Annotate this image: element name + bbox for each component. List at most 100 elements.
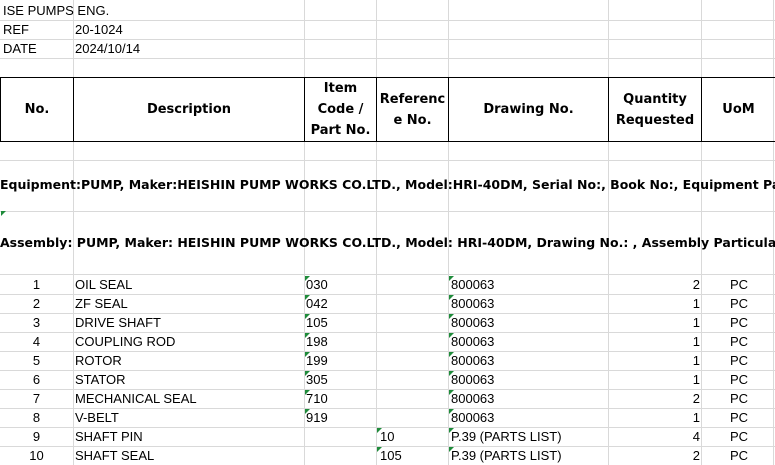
header-no[interactable]: No.	[0, 77, 74, 142]
spreadsheet-sheet: ISE PUMPS ENG. REF 20-1024 DATE 2024/10/…	[0, 0, 775, 465]
row-drawing-no[interactable]: 800063	[451, 294, 494, 313]
row-quantity[interactable]: 4	[610, 427, 700, 446]
text-indicator-icon	[305, 333, 310, 338]
row-uom[interactable]: PC	[703, 389, 775, 408]
row-description[interactable]: DRIVE SHAFT	[75, 313, 161, 332]
row-number[interactable]: 3	[0, 313, 73, 332]
text-indicator-icon	[305, 371, 310, 376]
header-item-code-line3: Part No.	[310, 123, 371, 138]
row-uom[interactable]: PC	[703, 351, 775, 370]
text-indicator-icon	[377, 447, 382, 452]
header-item-code-line1: Item	[323, 81, 358, 96]
row-reference-no[interactable]: 105	[380, 446, 402, 465]
row-number[interactable]: 8	[0, 408, 73, 427]
row-number[interactable]: 6	[0, 370, 73, 389]
row-drawing-no[interactable]: 800063	[451, 408, 494, 427]
row-quantity[interactable]: 1	[610, 313, 700, 332]
row-number[interactable]: 2	[0, 294, 73, 313]
text-indicator-icon	[449, 447, 454, 452]
row-number[interactable]: 9	[0, 427, 73, 446]
table-row[interactable]: 9 SHAFT PIN 10 P.39 (PARTS LIST) 4 PC	[0, 427, 775, 446]
header-uom[interactable]: UoM	[701, 77, 775, 142]
header-drawing-no[interactable]: Drawing No.	[448, 77, 609, 142]
table-row[interactable]: 6 STATOR 305 800063 1 PC	[0, 370, 775, 389]
row-number[interactable]: 10	[0, 446, 73, 465]
row-description[interactable]: V-BELT	[75, 408, 119, 427]
row-gridline	[0, 160, 775, 161]
row-uom[interactable]: PC	[703, 370, 775, 389]
row-description[interactable]: SHAFT PIN	[75, 427, 143, 446]
row-gridline	[0, 58, 775, 59]
text-indicator-icon	[449, 295, 454, 300]
row-description[interactable]: ROTOR	[75, 351, 122, 370]
header-reference-line1: Referenc	[379, 91, 446, 107]
row-drawing-no[interactable]: 800063	[451, 313, 494, 332]
table-row[interactable]: 1 OIL SEAL 030 800063 2 PC	[0, 275, 775, 294]
table-row[interactable]: 2 ZF SEAL 042 800063 1 PC	[0, 294, 775, 313]
row-uom[interactable]: PC	[703, 427, 775, 446]
row-uom[interactable]: PC	[703, 313, 775, 332]
row-drawing-no[interactable]: 800063	[451, 332, 494, 351]
row-quantity[interactable]: 2	[610, 275, 700, 294]
row-uom[interactable]: PC	[703, 446, 775, 465]
text-indicator-icon	[305, 295, 310, 300]
row-description[interactable]: COUPLING ROD	[75, 332, 175, 351]
row-uom[interactable]: PC	[703, 294, 775, 313]
table-row[interactable]: 8 V-BELT 919 800063 1 PC	[0, 408, 775, 427]
table-row[interactable]: 4 COUPLING ROD 198 800063 1 PC	[0, 332, 775, 351]
row-number[interactable]: 4	[0, 332, 73, 351]
table-row[interactable]: 3 DRIVE SHAFT 105 800063 1 PC	[0, 313, 775, 332]
date-label[interactable]: DATE	[3, 39, 37, 58]
row-drawing-no[interactable]: 800063	[451, 351, 494, 370]
row-quantity[interactable]: 1	[610, 370, 700, 389]
row-description[interactable]: OIL SEAL	[75, 275, 132, 294]
row-quantity[interactable]: 1	[610, 351, 700, 370]
header-reference-no[interactable]: Referenc e No.	[376, 77, 449, 142]
table-row[interactable]: 10 SHAFT SEAL 105 P.39 (PARTS LIST) 2 PC	[0, 446, 775, 465]
row-drawing-no[interactable]: 800063	[451, 275, 494, 294]
header-description-label: Description	[146, 102, 232, 117]
row-quantity[interactable]: 1	[610, 332, 700, 351]
assembly-line[interactable]: Assembly: PUMP, Maker: HEISHIN PUMP WORK…	[0, 235, 775, 250]
row-quantity[interactable]: 1	[610, 408, 700, 427]
row-gridline	[0, 211, 775, 212]
row-quantity[interactable]: 2	[610, 389, 700, 408]
row-number[interactable]: 1	[0, 275, 73, 294]
text-indicator-icon	[305, 314, 310, 319]
text-indicator-icon	[449, 428, 454, 433]
row-description[interactable]: STATOR	[75, 370, 126, 389]
equipment-line[interactable]: Equipment:PUMP, Maker:HEISHIN PUMP WORKS…	[0, 177, 775, 192]
row-drawing-no[interactable]: P.39 (PARTS LIST)	[451, 446, 562, 465]
header-drawing-no-label: Drawing No.	[483, 102, 574, 117]
row-description[interactable]: MECHANICAL SEAL	[75, 389, 197, 408]
header-quantity-line2: Requested	[615, 112, 695, 128]
text-indicator-icon	[449, 314, 454, 319]
text-indicator-icon	[377, 428, 382, 433]
table-row[interactable]: 5 ROTOR 199 800063 1 PC	[0, 351, 775, 370]
text-indicator-icon	[449, 371, 454, 376]
row-drawing-no[interactable]: P.39 (PARTS LIST)	[451, 427, 562, 446]
text-indicator-icon	[1, 211, 6, 216]
row-drawing-no[interactable]: 800063	[451, 389, 494, 408]
row-uom[interactable]: PC	[703, 275, 775, 294]
header-item-code[interactable]: Item Code / Part No.	[304, 77, 377, 142]
header-reference-line2: e No.	[393, 112, 432, 128]
header-description[interactable]: Description	[73, 77, 305, 142]
row-reference-no[interactable]: 10	[380, 427, 394, 446]
row-uom[interactable]: PC	[703, 408, 775, 427]
ref-label[interactable]: REF	[3, 20, 29, 39]
row-number[interactable]: 5	[0, 351, 73, 370]
row-description[interactable]: ZF SEAL	[75, 294, 128, 313]
row-quantity[interactable]: 2	[610, 446, 700, 465]
row-description[interactable]: SHAFT SEAL	[75, 446, 154, 465]
company-name[interactable]: ISE PUMPS ENG.	[3, 1, 109, 20]
row-number[interactable]: 7	[0, 389, 73, 408]
row-quantity[interactable]: 1	[610, 294, 700, 313]
row-drawing-no[interactable]: 800063	[451, 370, 494, 389]
ref-value[interactable]: 20-1024	[75, 20, 123, 39]
header-quantity[interactable]: Quantity Requested	[608, 77, 702, 142]
date-value[interactable]: 2024/10/14	[75, 39, 140, 58]
header-item-code-line2: Code /	[317, 102, 364, 117]
table-row[interactable]: 7 MECHANICAL SEAL 710 800063 2 PC	[0, 389, 775, 408]
row-uom[interactable]: PC	[703, 332, 775, 351]
